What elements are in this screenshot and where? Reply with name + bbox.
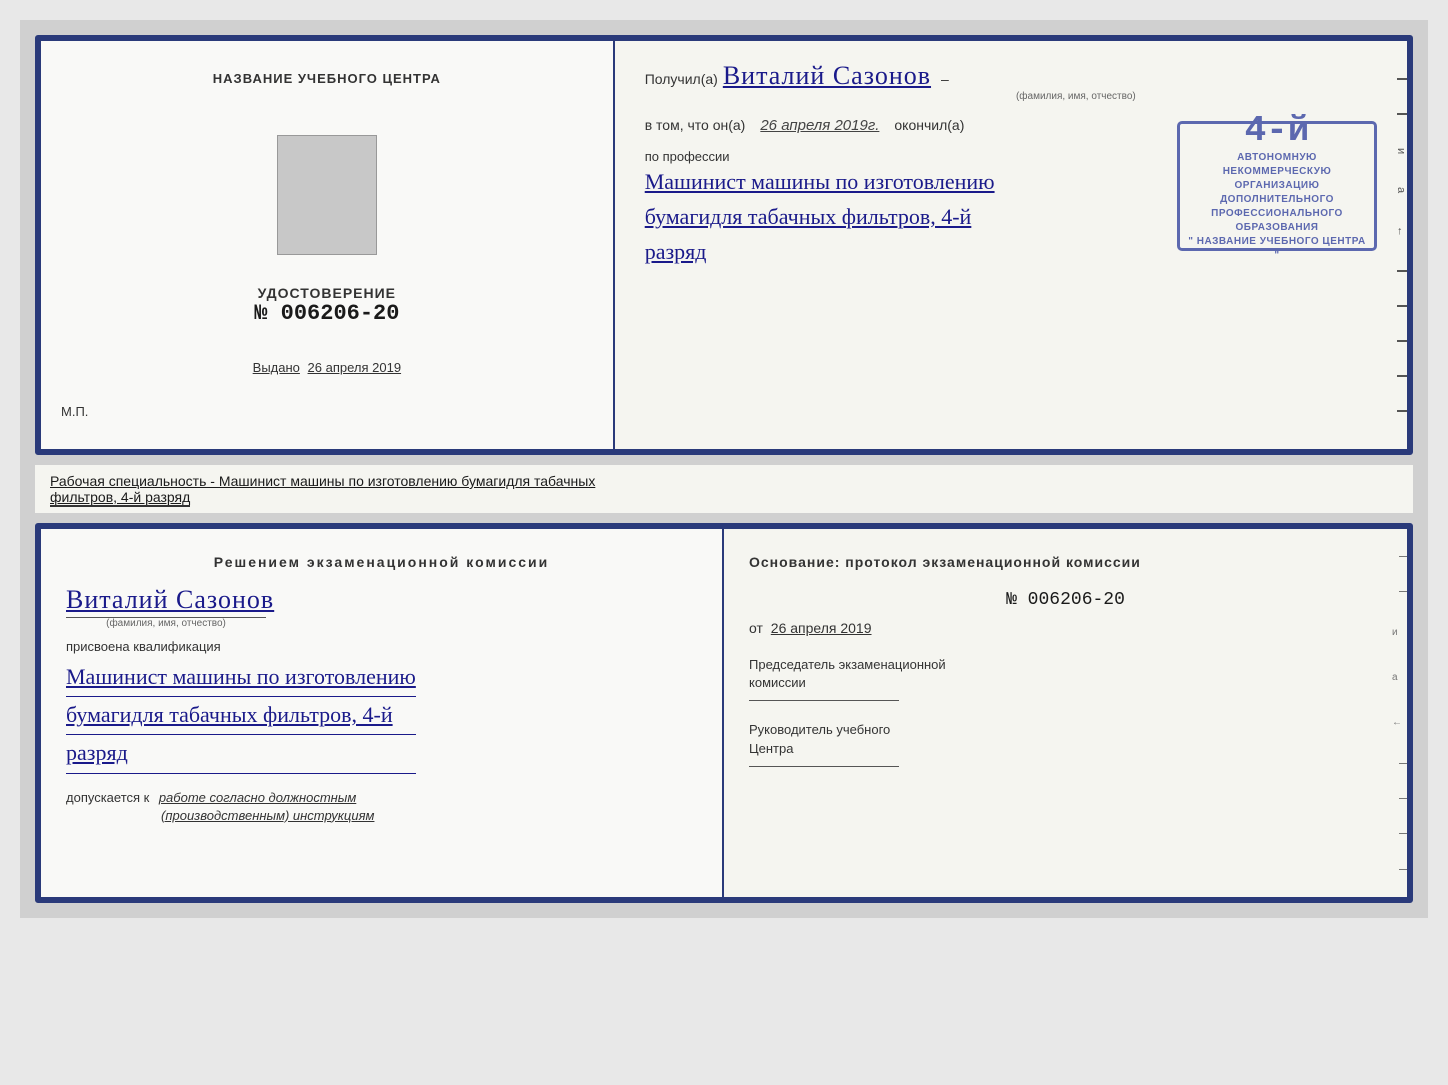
protocol-number: № 006206-20 bbox=[749, 590, 1382, 610]
from-date-line: от 26 апреля 2019 bbox=[749, 620, 1382, 636]
deco-text-a: а bbox=[1389, 187, 1407, 193]
in-fact-text: в том, что он(а) bbox=[645, 117, 746, 133]
from-date-value: 26 апреля 2019 bbox=[771, 620, 872, 636]
stamp-org-line3: " НАЗВАНИЕ УЧЕБНОГО ЦЕНТРА " bbox=[1188, 235, 1366, 263]
fact-date: 26 апреля 2019г. bbox=[760, 117, 879, 134]
cert-title-block: УДОСТОВЕРЕНИЕ № 006206-20 bbox=[254, 285, 399, 326]
page-wrapper: НАЗВАНИЕ УЧЕБНОГО ЦЕНТРА УДОСТОВЕРЕНИЕ №… bbox=[20, 20, 1428, 918]
deco-text-arrow: ← bbox=[1389, 226, 1407, 237]
cert-number: № 006206-20 bbox=[254, 301, 399, 326]
side-mark-6 bbox=[1399, 869, 1407, 870]
qual-underline-3 bbox=[66, 773, 416, 774]
chairman-label: Председатель экзаменационной комиссии bbox=[749, 656, 1382, 692]
deco-line-3 bbox=[1397, 270, 1407, 272]
certificate-top: НАЗВАНИЕ УЧЕБНОГО ЦЕНТРА УДОСТОВЕРЕНИЕ №… bbox=[35, 35, 1413, 455]
side-mark-3 bbox=[1399, 763, 1407, 764]
director-label: Руководитель учебного Центра bbox=[749, 721, 1382, 757]
from-label: от bbox=[749, 620, 763, 636]
chairman-text: Председатель экзаменационной комиссии bbox=[749, 657, 946, 690]
deco-line-7 bbox=[1397, 410, 1407, 412]
middle-label: Рабочая специальность - Машинист машины … bbox=[35, 465, 1413, 513]
allowed-text2: (производственным) инструкциям bbox=[161, 808, 374, 823]
decision-title: Решением экзаменационной комиссии bbox=[66, 554, 697, 570]
received-line: Получил(а) Виталий Сазонов – bbox=[645, 61, 1377, 91]
cert-issued: Выдано 26 апреля 2019 bbox=[253, 360, 401, 375]
cert-left-panel: НАЗВАНИЕ УЧЕБНОГО ЦЕНТРА УДОСТОВЕРЕНИЕ №… bbox=[41, 41, 615, 449]
side-mark-a: а bbox=[1392, 672, 1407, 683]
allowed-prefix: допускается к bbox=[66, 790, 149, 805]
deco-line-2 bbox=[1397, 113, 1407, 115]
recipient-name: Виталий Сазонов bbox=[723, 61, 931, 91]
allowed-text: работе согласно должностным bbox=[159, 790, 356, 805]
basis-title: Основание: протокол экзаменационной коми… bbox=[749, 554, 1382, 570]
finished-text: окончил(а) bbox=[894, 117, 964, 133]
middle-text-prefix: Рабочая специальность - Машинист машины … bbox=[50, 473, 595, 489]
cert-title: УДОСТОВЕРЕНИЕ bbox=[254, 285, 399, 301]
side-mark-arrow: ← bbox=[1392, 717, 1407, 728]
stamp-number: 4-й bbox=[1245, 110, 1310, 151]
deco-line-6 bbox=[1397, 375, 1407, 377]
received-prefix: Получил(а) bbox=[645, 71, 718, 87]
deco-line-4 bbox=[1397, 305, 1407, 307]
cert-photo-area bbox=[277, 135, 377, 255]
mp-label: М.П. bbox=[61, 404, 88, 419]
side-mark-5 bbox=[1399, 833, 1407, 834]
deco-line-1 bbox=[1397, 78, 1407, 80]
side-mark-i: и bbox=[1392, 627, 1407, 638]
side-mark-1 bbox=[1399, 556, 1407, 557]
org-name-label: НАЗВАНИЕ УЧЕБНОГО ЦЕНТРА bbox=[213, 71, 441, 86]
stamp-org-line1: АВТОНОМНУЮ НЕКОММЕРЧЕСКУЮ ОРГАНИЗАЦИЮ bbox=[1188, 151, 1366, 193]
deco-text-i: и bbox=[1389, 148, 1407, 154]
certificate-bottom: Решением экзаменационной комиссии Витали… bbox=[35, 523, 1413, 903]
bottom-qualification-line3: разряд bbox=[66, 735, 697, 770]
stamp-overlay: 4-й АВТОНОМНУЮ НЕКОММЕРЧЕСКУЮ ОРГАНИЗАЦИ… bbox=[1177, 121, 1377, 251]
director-text: Руководитель учебного Центра bbox=[749, 722, 890, 755]
middle-text-underlined: фильтров, 4-й разряд bbox=[50, 489, 190, 507]
issued-label: Выдано bbox=[253, 360, 300, 375]
director-signature-line bbox=[749, 766, 899, 767]
side-mark-2 bbox=[1399, 591, 1407, 592]
dash-symbol: – bbox=[941, 71, 949, 87]
cert-right-panel: Получил(а) Виталий Сазонов – (фамилия, и… bbox=[615, 41, 1407, 449]
cert-bottom-right: Основание: протокол экзаменационной коми… bbox=[724, 529, 1407, 897]
bottom-qualification-line1: Машинист машины по изготовлению bbox=[66, 659, 697, 694]
bottom-qualification-line2: бумагидля табачных фильтров, 4-й bbox=[66, 697, 697, 732]
deco-line-5 bbox=[1397, 340, 1407, 342]
assigned-label: присвоена квалификация bbox=[66, 639, 697, 654]
recipient-sublabel: (фамилия, имя, отчество) bbox=[775, 91, 1377, 102]
bottom-person-name: Виталий Сазонов bbox=[66, 585, 697, 615]
allowed-block: допускается к работе согласно должностны… bbox=[66, 789, 697, 825]
issued-date: 26 апреля 2019 bbox=[308, 360, 402, 375]
right-decorative-lines: и а ← bbox=[1389, 41, 1407, 449]
cert-bottom-left: Решением экзаменационной комиссии Витали… bbox=[41, 529, 724, 897]
bottom-person-sublabel: (фамилия, имя, отчество) bbox=[66, 618, 266, 629]
bottom-right-side-marks: и а ← bbox=[1392, 529, 1407, 897]
chairman-signature-line bbox=[749, 700, 899, 701]
side-mark-4 bbox=[1399, 798, 1407, 799]
stamp-org-line2: ДОПОЛНИТЕЛЬНОГО ПРОФЕССИОНАЛЬНОГО ОБРАЗО… bbox=[1188, 193, 1366, 235]
